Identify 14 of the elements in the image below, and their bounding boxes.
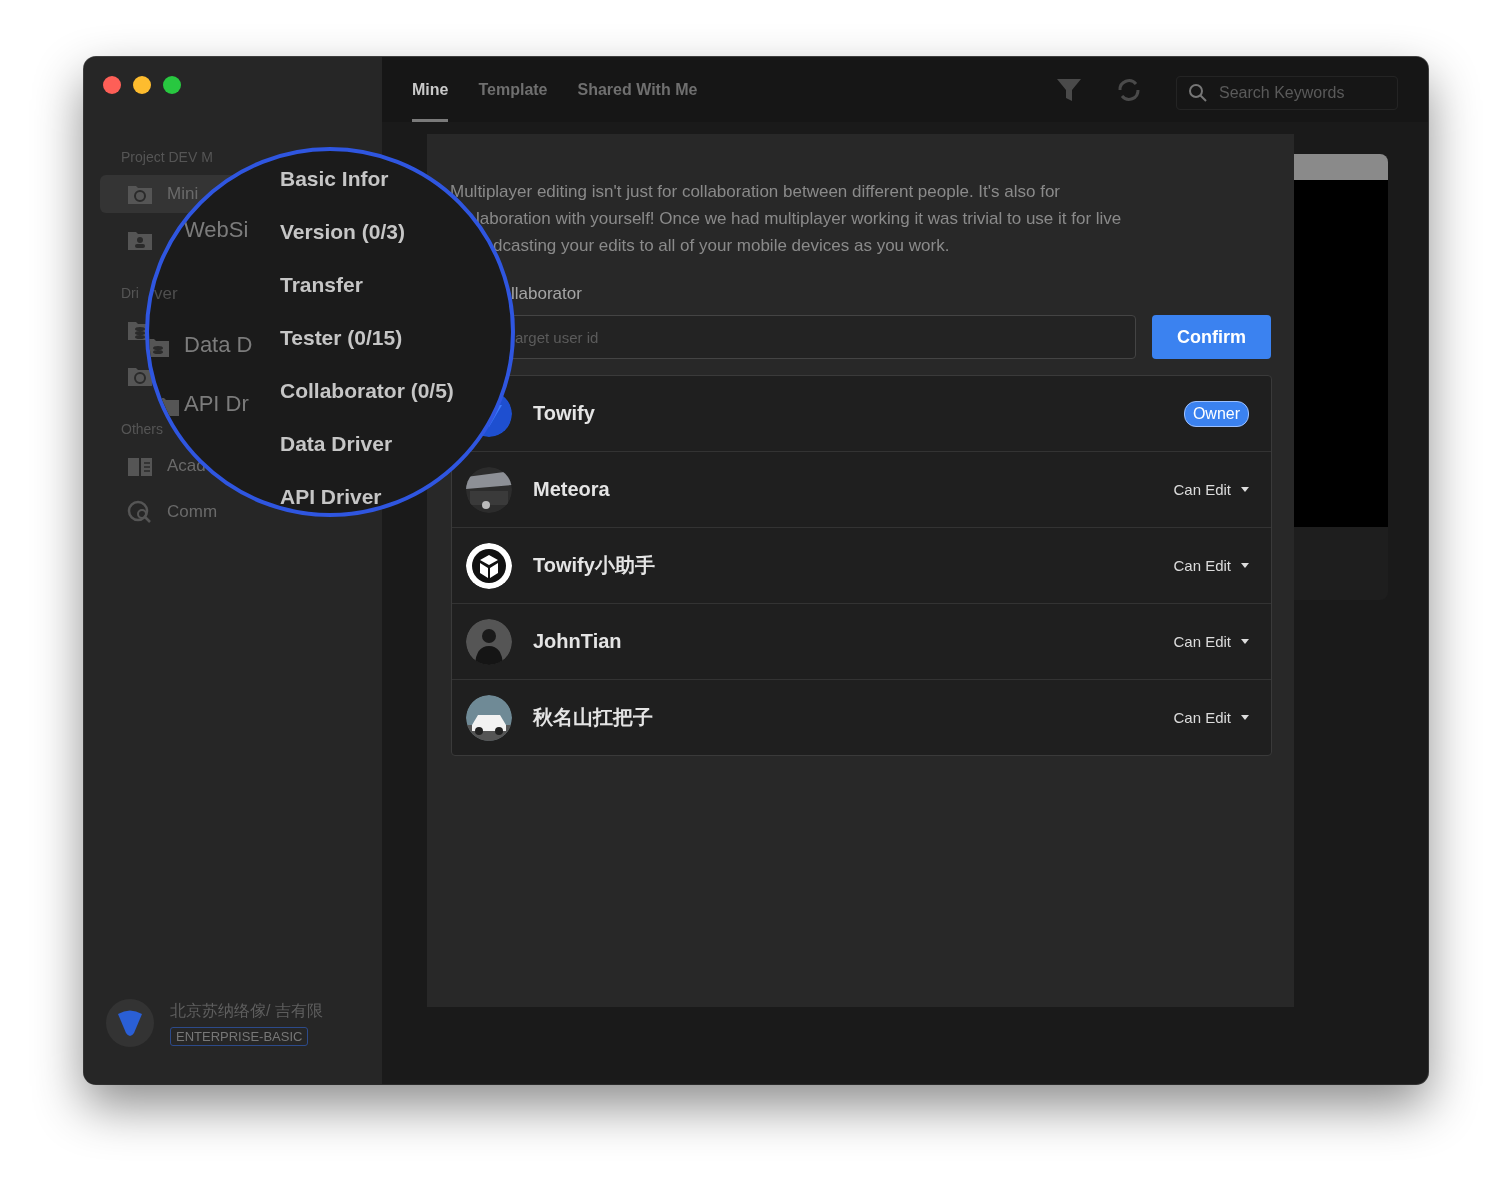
- field-label: llaborator: [510, 284, 583, 304]
- description-text: dcasting your edits to all of your mobile devices as you work.: [492, 235, 951, 257]
- member-name: Meteora: [533, 478, 610, 501]
- description-text: Multiplayer editing isn't just for collaboration between different people. It's also for: [450, 181, 1062, 203]
- member-name: Towify小助手: [533, 553, 655, 578]
- owner-badge: Owner: [1183, 400, 1249, 427]
- sidebar-item: API Dr: [184, 391, 249, 417]
- member-name: Towify: [533, 402, 595, 425]
- sidebar-item: WebSi: [184, 217, 249, 243]
- member-name: JohnTian: [533, 630, 622, 653]
- description-text: laboration with yourself! Once we had multiplayer working it was trivial to use it for live: [475, 208, 1123, 230]
- member-name: 秋名山扛把子: [533, 705, 653, 730]
- sidebar-item: Data D: [184, 332, 253, 358]
- plan-badge: ENTERPRISE-BASIC: [170, 1026, 309, 1046]
